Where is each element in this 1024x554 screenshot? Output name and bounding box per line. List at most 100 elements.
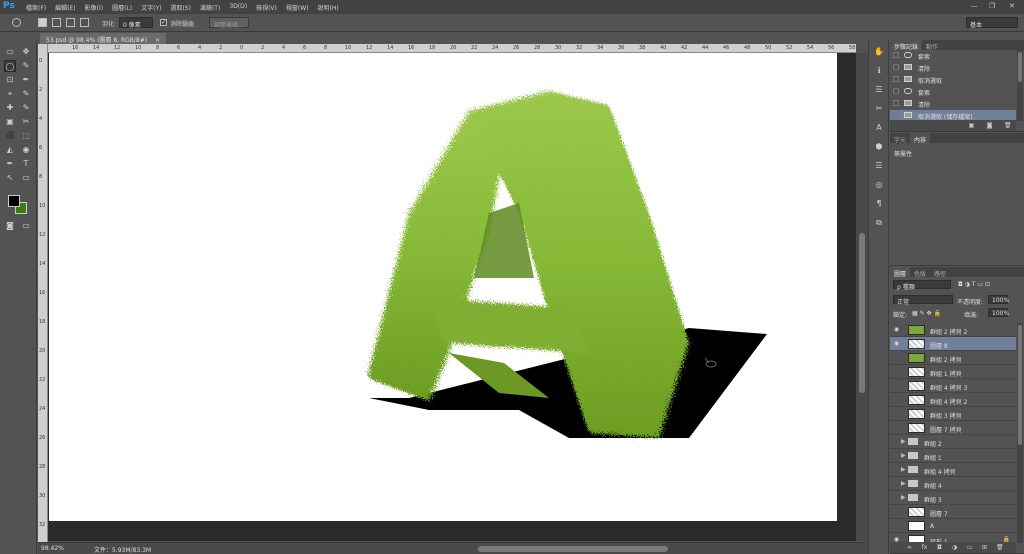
visibility-eye-icon[interactable] xyxy=(893,495,900,501)
visibility-eye-icon[interactable] xyxy=(893,411,900,417)
close-tab-icon[interactable]: × xyxy=(155,37,160,44)
link-layers-icon[interactable]: ∞ xyxy=(906,544,913,551)
history-brush-source-box[interactable] xyxy=(893,112,899,118)
adjustment-layer-icon[interactable]: ◑ xyxy=(951,544,958,551)
menu-item-0[interactable]: 檔案(F) xyxy=(26,3,46,12)
subtract-selection-icon[interactable] xyxy=(66,18,75,27)
delete-layer-icon[interactable]: 🗑 xyxy=(996,544,1004,551)
history-brush-source-box[interactable] xyxy=(893,64,899,70)
layer-row[interactable]: A xyxy=(890,519,1016,533)
visibility-eye-icon[interactable] xyxy=(893,467,900,473)
group-expand-icon[interactable]: ▶ xyxy=(901,494,906,501)
menu-item-2[interactable]: 影像(I) xyxy=(85,3,103,12)
document-canvas[interactable] xyxy=(49,53,837,521)
eyedropper-tool-icon[interactable]: ✒ xyxy=(20,74,32,86)
layer-filter-icons[interactable]: ◘ ◑ T ▭ ⊡ xyxy=(958,281,990,288)
new-document-from-state-icon[interactable]: ▣ xyxy=(968,122,975,129)
vertical-scroll-thumb[interactable] xyxy=(859,233,865,393)
layer-row[interactable]: 群組 3 拷貝 xyxy=(890,407,1016,421)
blur-tool-icon[interactable]: ⬛ xyxy=(4,130,16,142)
new-group-icon[interactable]: ▭ xyxy=(966,544,973,551)
marquee-tool-icon[interactable]: ▭ xyxy=(4,46,16,58)
history-brush-source-box[interactable] xyxy=(893,76,899,82)
workspace-select[interactable]: 基本 xyxy=(966,17,1018,29)
visibility-eye-icon[interactable] xyxy=(893,397,900,403)
layers-scrollbar[interactable] xyxy=(1017,323,1023,543)
history-item[interactable]: 套索 xyxy=(890,50,1016,61)
hand-tool-icon[interactable]: ↖ xyxy=(4,172,16,184)
new-snapshot-icon[interactable]: ◙ xyxy=(986,122,993,129)
menu-item-6[interactable]: 濾鏡(T) xyxy=(200,3,220,12)
lasso-tool-preset-icon[interactable] xyxy=(12,18,21,27)
new-selection-icon[interactable] xyxy=(38,18,47,27)
dodge-tool-icon[interactable]: ⬚ xyxy=(20,130,32,142)
path-select-tool-icon[interactable]: ✒ xyxy=(4,158,16,170)
tab-paths[interactable]: 路徑 xyxy=(930,267,950,278)
history-brush-source-box[interactable] xyxy=(893,88,899,94)
brush-tool-icon[interactable]: ✎ xyxy=(20,88,32,100)
menu-item-7[interactable]: 3D(D) xyxy=(229,3,247,12)
crop-tool-icon[interactable]: ⊡ xyxy=(4,74,16,86)
paragraph-styles-icon[interactable]: ☰ xyxy=(873,160,885,172)
quick-mask-icon[interactable]: ◙ xyxy=(4,220,16,232)
history-item[interactable]: 清除 xyxy=(890,98,1016,109)
layer-row[interactable]: 群組 4 拷貝 2 xyxy=(890,393,1016,407)
brush-panel-icon[interactable]: ☰ xyxy=(873,84,885,96)
healing-tool-icon[interactable]: ⌖ xyxy=(4,88,16,100)
vertical-ruler[interactable]: 0 2 4 6 8 10 12 14 16 18 20 22 24 26 28 30 32 xyxy=(38,44,48,542)
opacity-input[interactable]: 100% xyxy=(988,295,1009,304)
quick-select-tool-icon[interactable]: ✎ xyxy=(20,60,32,72)
horizontal-ruler[interactable]: 16 14 12 10 8 6 4 2 0 2 4 6 8 10 12 14 16 18 20 22 24 26 28 30 3… xyxy=(48,44,876,53)
group-expand-icon[interactable]: ▶ xyxy=(901,480,906,487)
intersect-selection-icon[interactable] xyxy=(80,18,89,27)
history-brush-source-box[interactable] xyxy=(893,100,899,106)
document-size[interactable]: 文件：5.93M/83.3M xyxy=(94,545,151,554)
menu-item-5[interactable]: 選取(S) xyxy=(170,3,191,12)
history-brush-source-box[interactable] xyxy=(893,52,899,58)
menu-item-3[interactable]: 圖層(L) xyxy=(112,3,132,12)
visibility-eye-icon[interactable] xyxy=(893,509,900,515)
move-tool-icon[interactable]: ✥ xyxy=(20,46,32,58)
feather-input[interactable]: 0 像素 xyxy=(119,17,153,29)
visibility-eye-icon[interactable] xyxy=(893,439,900,445)
lock-icons[interactable]: ▦ ✎ ✥ 🔒 xyxy=(912,310,941,317)
layer-comps-icon[interactable]: ⧉ xyxy=(873,217,885,229)
visibility-eye-icon[interactable]: ◉ xyxy=(893,341,900,347)
delete-state-icon[interactable]: 🗑 xyxy=(1004,122,1012,129)
layer-row[interactable]: 群組 4 拷貝 3 xyxy=(890,379,1016,393)
layer-row[interactable]: 群組 2 拷貝 xyxy=(890,351,1016,365)
add-mask-icon[interactable]: ◘ xyxy=(936,544,943,551)
group-expand-icon[interactable]: ▶ xyxy=(901,452,906,459)
history-scrollbar[interactable] xyxy=(1017,50,1023,121)
menu-item-1[interactable]: 編輯(E) xyxy=(55,3,75,12)
visibility-eye-icon[interactable] xyxy=(893,383,900,389)
shape-tool-icon[interactable]: T xyxy=(20,158,32,170)
info-icon[interactable]: ℹ xyxy=(873,65,885,77)
zoom-tool-icon[interactable]: ▭ xyxy=(20,172,32,184)
visibility-eye-icon[interactable]: ◉ xyxy=(893,327,900,333)
visibility-eye-icon[interactable] xyxy=(893,425,900,431)
fx-icon[interactable]: fx xyxy=(921,544,928,551)
layer-row[interactable]: ◉ 群組 2 拷貝 2 xyxy=(890,323,1016,337)
visibility-eye-icon[interactable] xyxy=(893,453,900,459)
menu-item-9[interactable]: 視窗(W) xyxy=(286,3,309,12)
tab-properties[interactable]: 內容 xyxy=(910,133,931,144)
lasso-tool-icon[interactable]: ◯ xyxy=(4,60,16,72)
tab-character[interactable]: 字元 xyxy=(890,133,910,144)
tab-history[interactable]: 步驟記錄 xyxy=(890,40,923,51)
history-item[interactable]: 取消選取 xyxy=(890,74,1016,85)
paragraph-icon[interactable]: ¶ xyxy=(873,198,885,210)
layer-group-row[interactable]: ▶ 群組 1 xyxy=(890,449,1016,463)
history-item[interactable]: 清除 xyxy=(890,62,1016,73)
layer-group-row[interactable]: ▶ 群組 3 xyxy=(890,491,1016,505)
new-layer-icon[interactable]: ⊞ xyxy=(981,544,988,551)
layer-group-row[interactable]: ▶ 群組 4 拷貝 xyxy=(890,463,1016,477)
antialias-checkbox[interactable]: ✓ xyxy=(160,19,167,26)
vertical-scrollbar[interactable] xyxy=(856,53,868,541)
visibility-eye-icon[interactable] xyxy=(893,355,900,361)
3d-icon[interactable]: ⬢ xyxy=(873,141,885,153)
tab-layers[interactable]: 圖層 xyxy=(890,267,911,278)
group-expand-icon[interactable]: ▶ xyxy=(901,438,906,445)
layer-row[interactable]: 群組 1 拷貝 xyxy=(890,365,1016,379)
character-icon[interactable]: A xyxy=(873,122,885,134)
